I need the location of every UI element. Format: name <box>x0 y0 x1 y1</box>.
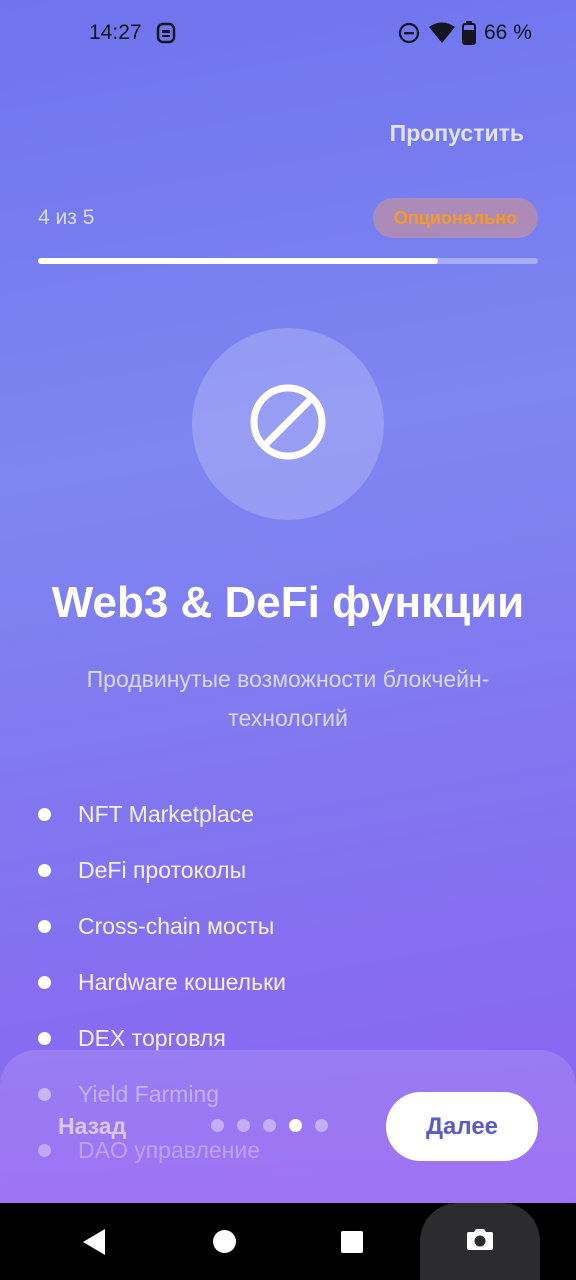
camera-icon <box>466 1227 494 1256</box>
page-dot-active <box>289 1119 302 1132</box>
feature-label: Cross-chain мосты <box>78 912 275 939</box>
feature-label: DeFi протоколы <box>78 856 247 883</box>
bullet-icon <box>38 863 51 877</box>
status-time: 14:27 <box>89 21 142 44</box>
skip-button[interactable]: Пропустить <box>390 120 524 147</box>
page-subtitle: Продвинутые возможности блокчейн-техноло… <box>86 666 490 731</box>
app-notification-icon <box>155 21 177 45</box>
bullet-icon <box>38 919 51 933</box>
step-counter: 4 из 5 <box>38 206 95 229</box>
bullet-icon <box>38 1031 51 1045</box>
recents-icon[interactable] <box>341 1231 363 1253</box>
back-button[interactable]: Назад <box>58 1113 126 1140</box>
feature-item: DeFi протоколы <box>38 842 538 898</box>
navigation-bar <box>0 1203 576 1280</box>
bullet-icon <box>38 807 51 821</box>
block-icon <box>248 382 328 467</box>
bullet-icon <box>38 975 51 989</box>
feature-item: NFT Marketplace <box>38 786 538 842</box>
optional-badge: Опционально <box>373 198 538 238</box>
page-title: Web3 & DeFi функции <box>51 578 525 627</box>
next-button[interactable]: Далее <box>386 1092 538 1161</box>
progress-bar-fill <box>38 258 438 264</box>
page-indicator <box>211 1119 341 1132</box>
feature-label: DEX торговля <box>78 1024 226 1051</box>
screenshot-button[interactable] <box>420 1203 540 1280</box>
page-dot <box>315 1119 328 1132</box>
wifi-icon <box>429 22 455 50</box>
back-icon[interactable] <box>83 1229 107 1260</box>
status-bar: 14:27 66 % <box>0 0 576 66</box>
battery-percentage: 66 % <box>484 21 532 44</box>
page-dot <box>263 1119 276 1132</box>
feature-item: Cross-chain мосты <box>38 898 538 954</box>
feature-label: Hardware кошельки <box>78 968 286 995</box>
progress-bar <box>38 258 538 264</box>
feature-label: NFT Marketplace <box>78 800 254 827</box>
feature-item: Hardware кошельки <box>38 954 538 1010</box>
hero-icon-circle <box>192 328 384 520</box>
do-not-disturb-icon <box>398 22 420 50</box>
home-icon[interactable] <box>213 1230 236 1253</box>
battery-icon <box>462 21 476 51</box>
page-dot <box>237 1119 250 1132</box>
page-dot <box>211 1119 224 1132</box>
